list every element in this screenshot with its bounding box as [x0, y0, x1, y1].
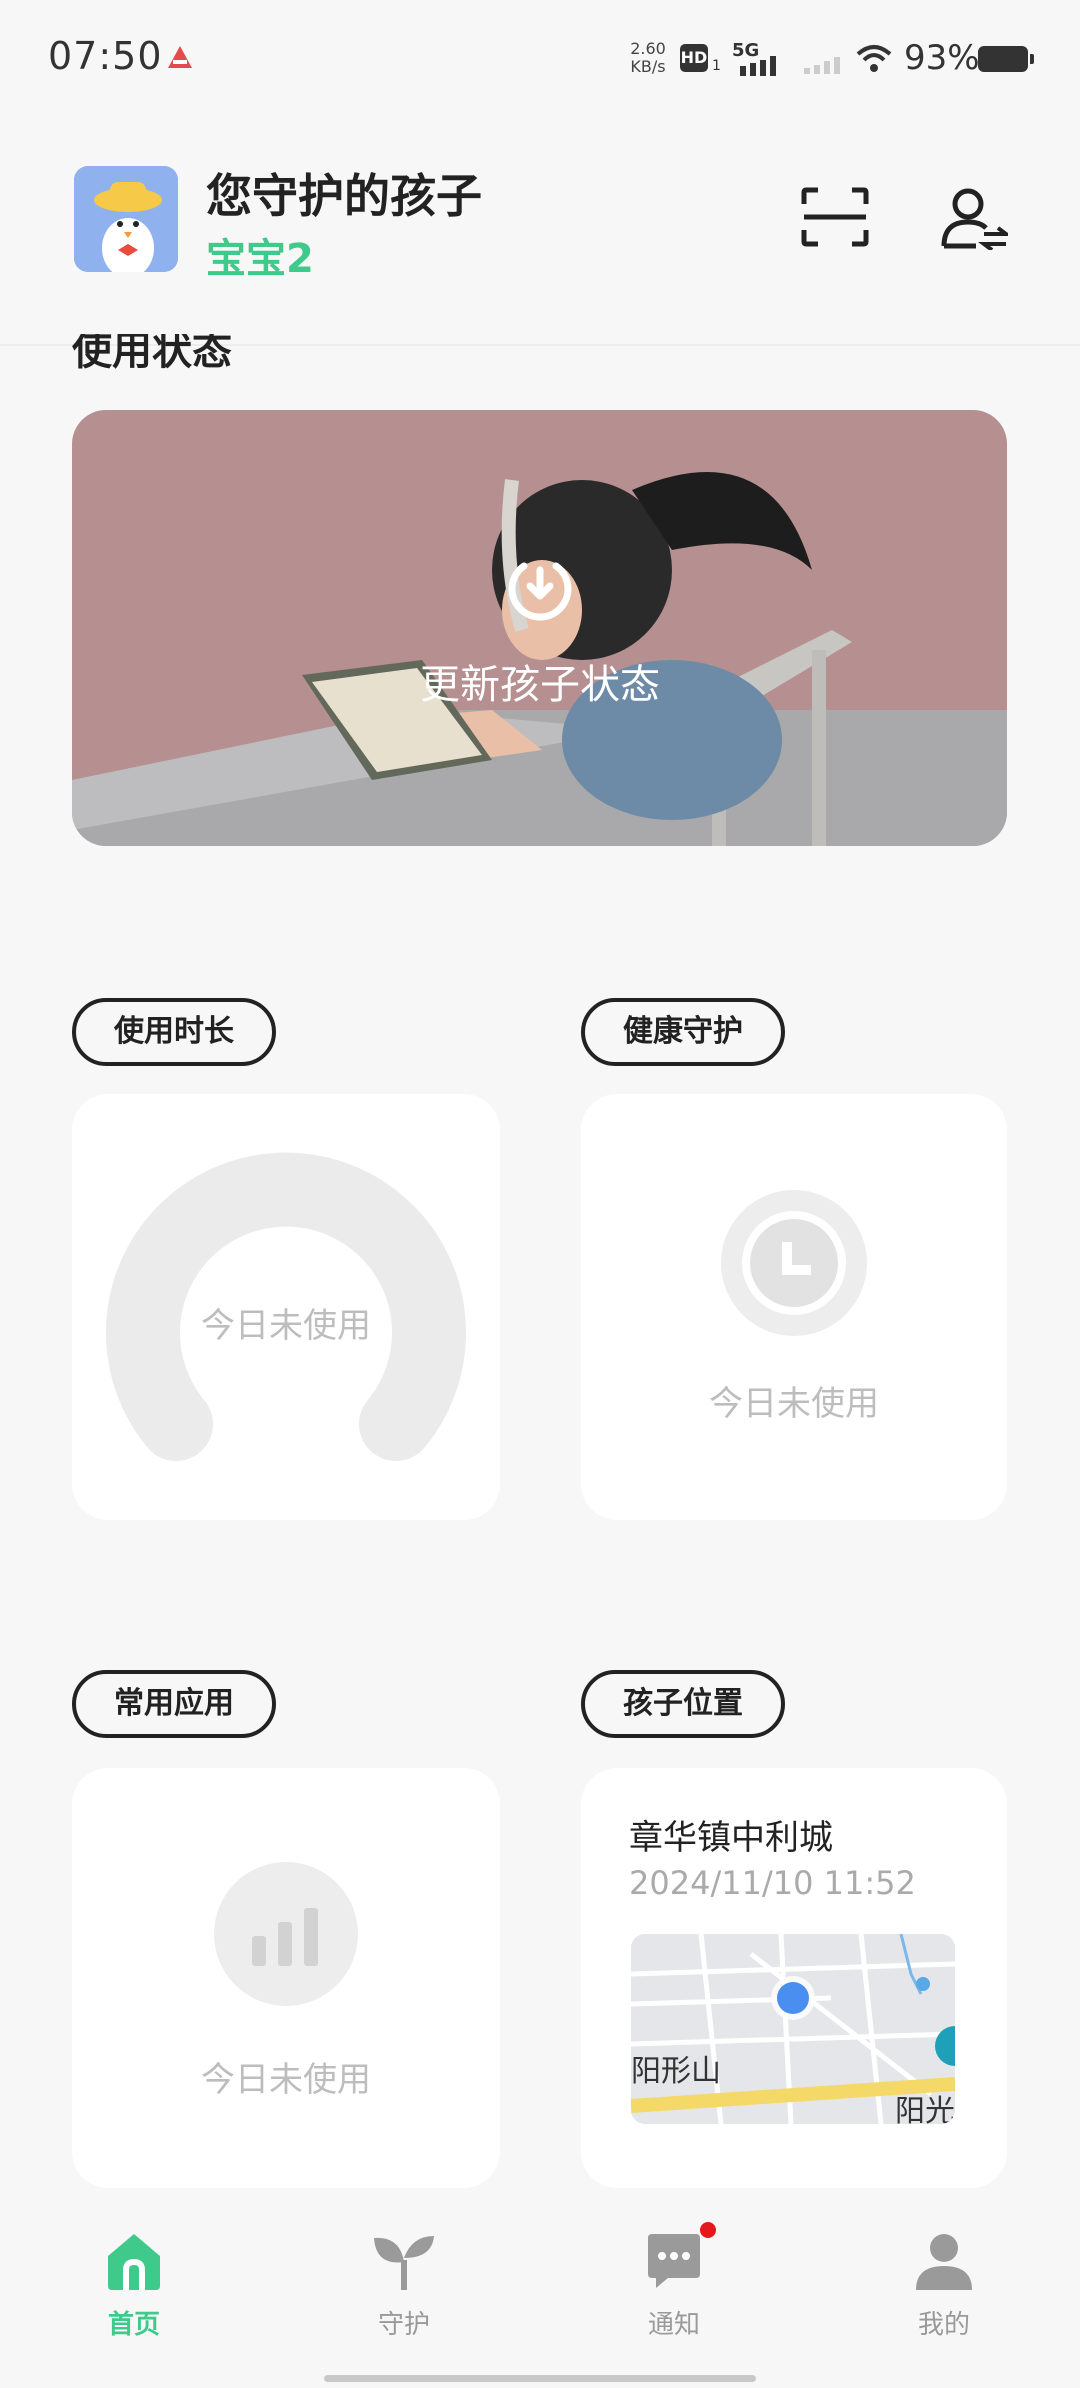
status-bar: 07:50 2.60 KB/s HD 1 5G 93% — [0, 0, 1080, 118]
child-name[interactable]: 宝宝2 — [206, 226, 314, 284]
hd-sub: 1 — [712, 58, 721, 74]
health-empty-text: 今日未使用 — [709, 1384, 879, 1424]
hd-icon: HD — [680, 44, 708, 72]
switch-child-icon[interactable] — [940, 186, 1008, 250]
person-icon — [916, 2234, 972, 2290]
nav-guard-label: 守护 — [377, 2310, 430, 2340]
banner-illustration — [72, 472, 1007, 846]
nav-mine[interactable]: 我的 — [874, 2232, 1014, 2341]
sprout-icon — [374, 2236, 434, 2290]
location-place: 章华镇中利城 — [629, 1818, 833, 1858]
refresh-icon[interactable] — [504, 552, 576, 624]
chip-child-location[interactable]: 孩子位置 — [581, 1670, 785, 1738]
signal-secondary-icon — [804, 57, 840, 74]
message-icon — [648, 2234, 700, 2288]
map-label-right: 阳光 — [895, 2094, 955, 2124]
home-indicator[interactable] — [324, 2375, 756, 2382]
wifi-icon — [856, 45, 892, 72]
app-notification-icon — [168, 46, 192, 68]
location-time: 2024/11/10 11:52 — [629, 1864, 916, 1902]
nav-home[interactable]: 首页 — [64, 2232, 204, 2341]
nav-mine-label: 我的 — [917, 2310, 970, 2340]
battery-percent: 93% — [904, 38, 980, 78]
signal-5g-icon: 5G — [730, 40, 784, 76]
update-status-banner[interactable] — [72, 410, 1007, 846]
child-location-card[interactable]: 章华镇中利城 2024/11/10 11:52 阳形山 阳光 — [581, 1768, 1007, 2188]
apps-empty-text: 今日未使用 — [201, 2060, 371, 2100]
location-map[interactable]: 阳形山 阳光 — [631, 1934, 955, 2124]
notification-badge — [700, 2222, 716, 2238]
usage-time-card[interactable]: 今日未使用 — [72, 1094, 500, 1520]
chip-usage-time[interactable]: 使用时长 — [72, 998, 276, 1066]
usage-empty-text: 今日未使用 — [201, 1306, 371, 1346]
status-time: 07:50 — [48, 34, 163, 78]
nav-guard[interactable]: 守护 — [334, 2232, 474, 2341]
clock-icon — [721, 1190, 867, 1336]
common-apps-card[interactable]: 今日未使用 — [72, 1768, 500, 2188]
page-title: 您守护的孩子 — [206, 169, 482, 223]
update-status-label[interactable]: 更新孩子状态 — [330, 652, 750, 710]
bar-chart-icon — [214, 1862, 358, 2006]
health-guard-card[interactable]: 今日未使用 — [581, 1094, 1007, 1520]
scan-icon[interactable] — [800, 186, 870, 248]
map-label-left: 阳形山 — [631, 2054, 721, 2089]
home-icon — [108, 2234, 160, 2290]
child-avatar[interactable] — [74, 166, 178, 272]
battery-icon — [978, 46, 1028, 72]
chip-health-guard[interactable]: 健康守护 — [581, 998, 785, 1066]
network-speed: 2.60 KB/s — [630, 39, 666, 76]
chip-common-apps[interactable]: 常用应用 — [72, 1670, 276, 1738]
nav-notify-label: 通知 — [647, 2310, 700, 2340]
battery-tip — [1030, 54, 1034, 64]
nav-notify[interactable]: 通知 — [604, 2232, 744, 2341]
nav-home-label: 首页 — [107, 2310, 160, 2340]
